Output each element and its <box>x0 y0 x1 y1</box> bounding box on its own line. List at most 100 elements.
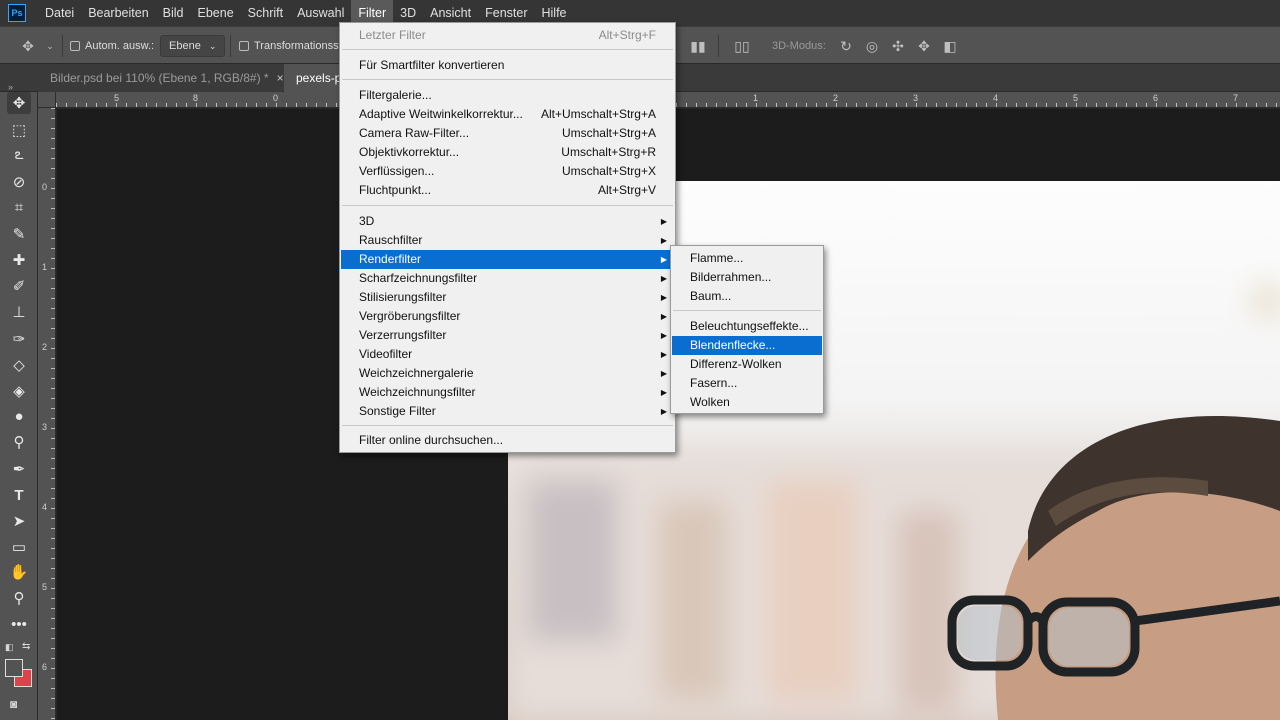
crop-tool-icon[interactable]: ⌗ <box>7 196 31 218</box>
foreground-color-swatch[interactable] <box>5 659 23 677</box>
menu-item-objektivkorrektur[interactable]: Objektivkorrektur... Umschalt+Strg+R <box>341 143 674 162</box>
ruler-label: 6 <box>1153 93 1159 103</box>
clone-stamp-tool-icon[interactable]: ⊥ <box>7 301 31 323</box>
marquee-tool-icon[interactable]: ⬚ <box>7 119 31 141</box>
menu-item-adaptive-weitwinkel[interactable]: Adaptive Weitwinkelkorrektur... Alt+Umsch… <box>341 105 674 124</box>
tab-pexels[interactable]: pexels-p <box>284 64 344 92</box>
transform-checkbox[interactable] <box>239 41 249 51</box>
menu-schrift[interactable]: Schrift <box>241 0 290 26</box>
brush-tool-icon[interactable]: ✐ <box>7 275 31 297</box>
type-tool-icon[interactable]: T <box>7 484 31 506</box>
3d-slide-icon[interactable]: ✥ <box>916 38 932 54</box>
collapse-icon[interactable]: » <box>8 82 13 92</box>
auto-select-checkbox[interactable] <box>70 41 80 51</box>
menu-item-label: Videofilter <box>359 347 413 361</box>
quick-mask-icon[interactable]: ◙ <box>10 697 17 711</box>
lasso-tool-icon[interactable]: ఽ <box>7 145 31 167</box>
ruler-tick <box>1046 103 1047 107</box>
ruler-tick <box>51 538 55 539</box>
menu-item-verzerrungsfilter[interactable]: Verzerrungsfilter ▶ <box>341 326 674 345</box>
tab-bilder-psd[interactable]: Bilder.psd bei 110% (Ebene 1, RGB/8#) * × <box>38 64 284 92</box>
transform-option[interactable]: Transformationsstrg. <box>239 27 354 65</box>
ruler-tick <box>186 103 187 107</box>
quick-selection-tool-icon[interactable]: ⊘ <box>7 171 31 193</box>
submenu-item-blendenflecke[interactable]: Blendenflecke... <box>672 336 822 355</box>
3d-scale-icon[interactable]: ◧ <box>942 38 958 54</box>
ruler-tick <box>1066 103 1067 107</box>
menu-item-3d[interactable]: 3D ▶ <box>341 212 674 231</box>
submenu-item-flamme[interactable]: Flamme... <box>672 249 822 268</box>
menu-item-weichzeichnungsfilter[interactable]: Weichzeichnungsfilter ▶ <box>341 383 674 402</box>
history-brush-tool-icon[interactable]: ✑ <box>7 328 31 350</box>
menu-item-videofilter[interactable]: Videofilter ▶ <box>341 345 674 364</box>
move-tool-icon[interactable]: ✥ <box>20 38 36 54</box>
paint-bucket-tool-icon[interactable]: ◈ <box>7 380 31 402</box>
menu-item-filtergalerie[interactable]: Filtergalerie... <box>341 86 674 105</box>
ruler-tick <box>51 658 55 659</box>
pen-tool-icon[interactable]: ✒ <box>7 458 31 480</box>
menu-item-fluchtpunkt[interactable]: Fluchtpunkt... Alt+Strg+V <box>341 181 674 200</box>
menu-item-smartfilter[interactable]: Für Smartfilter konvertieren <box>341 56 674 75</box>
blur-tool-icon[interactable]: ● <box>7 405 31 427</box>
close-icon[interactable]: × <box>277 71 284 85</box>
3d-pan-icon[interactable]: ✣ <box>890 38 906 54</box>
align-icon[interactable]: ▯▯ <box>734 38 750 54</box>
ruler-vertical: 0 1 2 3 4 5 6 <box>38 108 56 720</box>
auto-select-option[interactable]: Autom. ausw.: <box>70 27 154 65</box>
menu-item-camera-raw[interactable]: Camera Raw-Filter... Umschalt+Strg+A <box>341 124 674 143</box>
submenu-item-fasern[interactable]: Fasern... <box>672 374 822 393</box>
mode-3d-label: 3D-Modus: <box>772 40 826 52</box>
menu-item-label: Fluchtpunkt... <box>359 183 432 197</box>
default-colors-icon[interactable]: ◧ <box>5 642 14 653</box>
menu-item-sonstige-filter[interactable]: Sonstige Filter ▶ <box>341 402 674 421</box>
path-selection-tool-icon[interactable]: ➤ <box>7 510 31 532</box>
ruler-tick <box>51 398 55 399</box>
swap-colors-icon[interactable]: ⇆ <box>22 641 30 652</box>
submenu-item-wolken[interactable]: Wolken <box>672 393 822 412</box>
menu-item-renderfilter[interactable]: Renderfilter ▶ <box>341 250 674 269</box>
menu-item-weichzeichnergalerie[interactable]: Weichzeichnergalerie ▶ <box>341 364 674 383</box>
zoom-tool-icon[interactable]: ⚲ <box>7 587 31 609</box>
submenu-item-differenz-wolken[interactable]: Differenz-Wolken <box>672 355 822 374</box>
layer-dropdown[interactable]: Ebene ⌄ <box>160 35 226 57</box>
ruler-tick <box>1106 103 1107 107</box>
submenu-item-baum[interactable]: Baum... <box>672 287 822 306</box>
menu-item-rauschfilter[interactable]: Rauschfilter ▶ <box>341 231 674 250</box>
ruler-tick <box>1186 103 1187 107</box>
submenu-arrow-icon: ▶ <box>660 217 667 226</box>
healing-brush-tool-icon[interactable]: ✚ <box>7 249 31 271</box>
dodge-tool-icon[interactable]: ⚲ <box>7 431 31 453</box>
menu-datei[interactable]: Datei <box>38 0 81 26</box>
submenu-item-beleuchtungseffekte[interactable]: Beleuchtungseffekte... <box>672 317 822 336</box>
eraser-tool-icon[interactable]: ◇ <box>7 354 31 376</box>
more-tools-icon[interactable]: ••• <box>7 613 31 635</box>
ruler-tick <box>1126 103 1127 107</box>
rectangle-tool-icon[interactable]: ▭ <box>7 536 31 558</box>
chevron-down-icon[interactable]: ⌄ <box>42 38 58 54</box>
eyedropper-tool-icon[interactable]: ✎ <box>7 223 31 245</box>
menu-separator <box>342 425 673 426</box>
move-tool-icon[interactable]: ✥ <box>7 92 31 114</box>
menu-item-filter-online[interactable]: Filter online durchsuchen... <box>341 431 674 450</box>
ruler-tick <box>1116 103 1117 107</box>
ruler-tick <box>246 103 247 107</box>
menu-ebene[interactable]: Ebene <box>191 0 241 26</box>
menu-item-scharfzeichnungsfilter[interactable]: Scharfzeichnungsfilter ▶ <box>341 269 674 288</box>
tab-label: Bilder.psd bei 110% (Ebene 1, RGB/8#) * <box>50 71 269 85</box>
menu-item-verfluessigen[interactable]: Verflüssigen... Umschalt+Strg+X <box>341 162 674 181</box>
menu-bild[interactable]: Bild <box>156 0 191 26</box>
submenu-item-bilderrahmen[interactable]: Bilderrahmen... <box>672 268 822 287</box>
ruler-tick <box>726 103 727 107</box>
hand-tool-icon[interactable]: ✋ <box>7 561 31 583</box>
ruler-tick <box>936 103 937 107</box>
3d-roll-icon[interactable]: ◎ <box>864 38 880 54</box>
menu-bearbeiten[interactable]: Bearbeiten <box>81 0 155 26</box>
menu-item-stilisierungsfilter[interactable]: Stilisierungsfilter ▶ <box>341 288 674 307</box>
ruler-label: 4 <box>42 502 48 512</box>
menu-item-vergroeberungsfilter[interactable]: Vergröberungsfilter ▶ <box>341 307 674 326</box>
ruler-tick <box>816 103 817 107</box>
menu-item-letzter-filter[interactable]: Letzter Filter Alt+Strg+F <box>341 26 674 45</box>
ruler-tick <box>51 328 55 329</box>
3d-orbit-icon[interactable]: ↻ <box>838 38 854 54</box>
distribute-icon[interactable]: ▮▮ <box>690 38 706 54</box>
